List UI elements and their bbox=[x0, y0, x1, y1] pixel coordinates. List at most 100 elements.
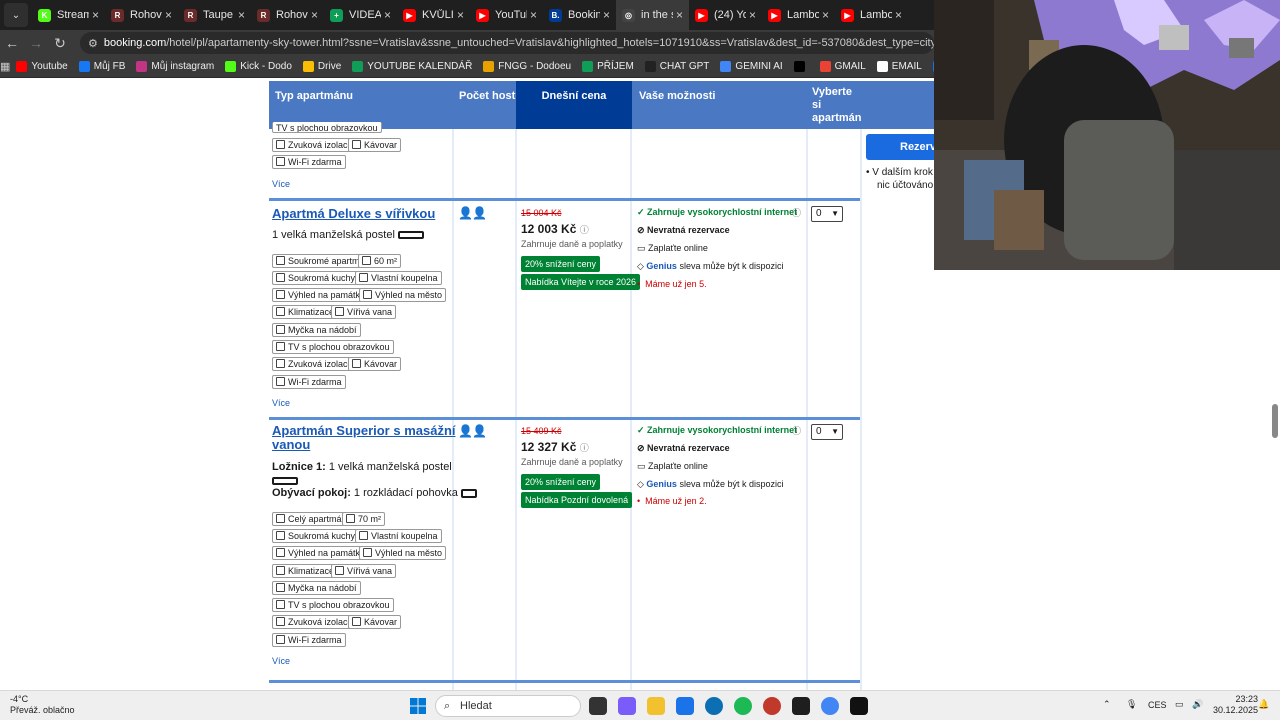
store-icon[interactable] bbox=[676, 697, 694, 715]
bookmark-item[interactable]: EMAIL bbox=[876, 61, 922, 72]
file-explorer-icon[interactable] bbox=[647, 697, 665, 715]
browser-tab[interactable]: B. Bookin × bbox=[543, 0, 616, 30]
bookmark-item[interactable]: YOUTUBE KALENDÁŘ bbox=[352, 61, 472, 72]
bookmark-item[interactable]: Youtube bbox=[16, 61, 68, 72]
volume-icon[interactable]: 🔊 bbox=[1192, 699, 1203, 710]
close-icon[interactable]: × bbox=[165, 8, 172, 22]
facility-label: Celý apartmán bbox=[288, 514, 347, 524]
url-field[interactable]: ⚙ booking.com/hotel/pl/apartamenty-sky-t… bbox=[80, 32, 934, 54]
browser-tab[interactable]: R Rohove× bbox=[251, 0, 324, 30]
tab-title: Rohove bbox=[130, 9, 162, 21]
facility-label: 60 m² bbox=[374, 256, 398, 266]
bookmark-item[interactable]: GMAIL bbox=[819, 61, 866, 72]
close-icon[interactable]: × bbox=[311, 8, 318, 22]
quantity-select[interactable]: 0 ▼ bbox=[811, 206, 843, 222]
facility-label: Výhled na památku bbox=[288, 290, 366, 300]
network-icon[interactable]: ▭ bbox=[1175, 699, 1184, 710]
browser-tab[interactable]: ▶ YouTub× bbox=[470, 0, 543, 30]
facility-icon bbox=[363, 290, 372, 299]
more-link[interactable]: Více bbox=[272, 656, 290, 666]
facility-label: Výhled na město bbox=[375, 290, 443, 300]
bookmark-item[interactable]: FNGG - Dodoeu bbox=[483, 61, 571, 72]
facility-icon bbox=[276, 600, 285, 609]
tab-title: KVŮLI bbox=[422, 9, 454, 21]
close-icon[interactable]: × bbox=[822, 8, 829, 22]
close-icon[interactable]: × bbox=[530, 8, 537, 22]
microphone-icon[interactable]: 🎙 bbox=[1126, 699, 1137, 710]
close-icon[interactable]: × bbox=[603, 8, 610, 22]
bookmark-item[interactable]: Drive bbox=[302, 61, 341, 72]
option-nonrefundable-label: Nevratná rezervace bbox=[647, 225, 730, 235]
more-link[interactable]: Více bbox=[272, 179, 290, 189]
back-icon[interactable]: ← bbox=[0, 35, 24, 51]
facility-tag: Wi-Fi zdarma bbox=[272, 155, 346, 169]
bookmark-item[interactable] bbox=[793, 61, 809, 72]
obs-icon[interactable] bbox=[763, 697, 781, 715]
bookmark-item[interactable]: Kick - Dodo bbox=[225, 61, 292, 72]
bookmark-item[interactable]: Můj FB bbox=[78, 61, 125, 72]
close-icon[interactable]: × bbox=[457, 8, 464, 22]
option-internet-label: Zahrnuje vysokorychlostní internet bbox=[647, 425, 798, 435]
site-info-icon[interactable]: ⚙ bbox=[88, 37, 98, 50]
close-icon[interactable]: × bbox=[238, 8, 245, 22]
bookmark-item[interactable]: GEMINI AI bbox=[720, 61, 783, 72]
tab-favicon-icon: + bbox=[330, 8, 343, 22]
browser-tab[interactable]: K Stream × bbox=[32, 0, 105, 30]
browser-tab[interactable]: R Taupe s× bbox=[178, 0, 251, 30]
reload-icon[interactable]: ↻ bbox=[48, 35, 72, 52]
bookmark-item[interactable]: Můj instagram bbox=[136, 61, 214, 72]
windows-start-icon[interactable] bbox=[410, 698, 426, 714]
bookmark-item[interactable]: CHAT GPT bbox=[644, 61, 709, 72]
facility-icon bbox=[276, 256, 285, 265]
help-icon[interactable]: ⓘ bbox=[792, 424, 801, 437]
close-icon[interactable]: × bbox=[895, 8, 902, 22]
spotify-icon[interactable] bbox=[734, 697, 752, 715]
facility-icon bbox=[352, 617, 361, 626]
bookmark-icon bbox=[352, 61, 364, 72]
browser-tab[interactable]: ▶ KVŮLI × bbox=[397, 0, 470, 30]
clock-date: 30.12.2025 bbox=[1213, 705, 1259, 715]
weather-widget[interactable]: -4°C Převáž. oblačno bbox=[10, 694, 75, 716]
facility-tag: Wi-Fi zdarma bbox=[272, 633, 346, 647]
browser-tab[interactable]: ◎ in the s × bbox=[616, 0, 689, 30]
sofa-label: Obývací pokoj: bbox=[272, 487, 351, 499]
browser-tab[interactable]: R Rohove× bbox=[105, 0, 178, 30]
help-icon[interactable]: ⓘ bbox=[792, 206, 801, 219]
edge-icon[interactable] bbox=[705, 697, 723, 715]
browser-tab[interactable]: ▶ (24) Yo × bbox=[689, 0, 762, 30]
taskbar-search[interactable]: ⌕ Hledat bbox=[435, 695, 581, 717]
facility-tag: Vlastní koupelna bbox=[355, 271, 442, 285]
copilot-icon[interactable] bbox=[618, 697, 636, 715]
tray-overflow-icon[interactable]: ⌃ bbox=[1103, 699, 1111, 710]
info-icon[interactable]: ⓘ bbox=[580, 225, 589, 235]
facility-icon bbox=[276, 617, 285, 626]
notifications-icon[interactable]: 🔔 bbox=[1258, 699, 1269, 710]
task-view-icon[interactable] bbox=[589, 697, 607, 715]
language-indicator[interactable]: CES bbox=[1148, 700, 1167, 710]
capcut-icon[interactable] bbox=[792, 697, 810, 715]
room-title-superior[interactable]: Apartmán Superior s masážní vanou bbox=[272, 424, 456, 452]
info-icon[interactable]: ⓘ bbox=[580, 443, 589, 453]
more-link[interactable]: Více bbox=[272, 398, 290, 408]
browser-tab[interactable]: ▶ Lambo × bbox=[762, 0, 835, 30]
option-rooms-left: • Máme už jen 5. bbox=[637, 279, 707, 289]
clock[interactable]: 23:23 30.12.2025 bbox=[1213, 694, 1258, 716]
quantity-select[interactable]: 0 ▼ bbox=[811, 424, 843, 440]
browser-tab[interactable]: ▶ Lambo × bbox=[835, 0, 908, 30]
scrollbar-thumb[interactable] bbox=[1272, 404, 1278, 438]
apps-icon[interactable]: ▦ bbox=[0, 60, 10, 73]
chrome-icon[interactable] bbox=[821, 697, 839, 715]
tab-search-button[interactable]: ⌄ bbox=[4, 3, 28, 27]
quantity-value: 0 bbox=[816, 426, 822, 437]
browser-tab[interactable]: + VIDEA × bbox=[324, 0, 397, 30]
close-icon[interactable]: × bbox=[749, 8, 756, 22]
forward-icon[interactable]: → bbox=[24, 35, 48, 51]
close-icon[interactable]: × bbox=[676, 8, 683, 22]
close-icon[interactable]: × bbox=[92, 8, 99, 22]
room-title-deluxe[interactable]: Apartmá Deluxe s vířivkou bbox=[272, 206, 435, 221]
epic-games-icon[interactable] bbox=[850, 697, 868, 715]
bookmark-item[interactable]: PŘÍJEM bbox=[582, 61, 634, 72]
facility-label: Vlastní koupelna bbox=[371, 531, 438, 541]
close-icon[interactable]: × bbox=[384, 8, 391, 22]
tab-title: YouTub bbox=[495, 9, 527, 21]
